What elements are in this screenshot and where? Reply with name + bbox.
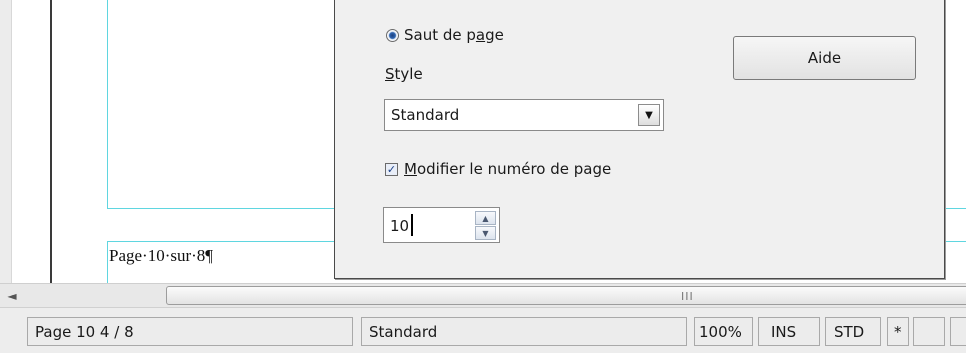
spin-down-icon[interactable]: ▼ bbox=[475, 226, 496, 240]
page-break-label: Saut de page bbox=[404, 26, 504, 44]
page-break-option[interactable]: Saut de page bbox=[386, 26, 504, 44]
page-number-stepper[interactable]: 10 ▲ ▼ bbox=[383, 207, 500, 243]
help-button[interactable]: Aide bbox=[733, 36, 916, 80]
change-page-number-checkbox[interactable]: ✓ bbox=[385, 162, 398, 176]
spin-up-icon[interactable]: ▲ bbox=[475, 211, 496, 225]
page-break-dialog: Saut de page Style Standard ▼ ✓ Modifier… bbox=[334, 0, 945, 279]
horizontal-scrollbar[interactable]: ◄ III bbox=[0, 283, 966, 307]
status-selection-mode[interactable]: STD bbox=[825, 317, 881, 346]
status-insert-mode[interactable]: INS bbox=[758, 317, 820, 346]
chevron-down-icon[interactable]: ▼ bbox=[638, 104, 660, 126]
page-break-radio[interactable] bbox=[386, 28, 399, 42]
scrollbar-grip-icon: III bbox=[681, 290, 694, 303]
left-gutter bbox=[0, 0, 12, 283]
style-select-value: Standard bbox=[391, 106, 460, 124]
document-workspace[interactable]: Page·10·sur·8¶ Saut de page Style Standa… bbox=[0, 0, 966, 291]
scrollbar-thumb[interactable]: III bbox=[166, 286, 966, 305]
scroll-left-icon[interactable]: ◄ bbox=[2, 287, 22, 305]
status-extra[interactable] bbox=[950, 317, 966, 346]
status-zoom[interactable]: 100% bbox=[694, 317, 753, 346]
footer-page-text[interactable]: Page·10·sur·8¶ bbox=[109, 246, 213, 266]
text-cursor bbox=[411, 214, 413, 236]
status-bar: Page 10 4 / 8 Standard 100% INS STD * bbox=[0, 307, 966, 353]
change-page-number-label: Modifier le numéro de page bbox=[404, 160, 612, 178]
status-page-style[interactable]: Standard bbox=[361, 317, 687, 346]
style-select[interactable]: Standard ▼ bbox=[384, 99, 664, 131]
page-left-edge bbox=[50, 0, 52, 283]
style-label: Style bbox=[385, 65, 423, 83]
page-number-value: 10 bbox=[390, 217, 410, 235]
change-page-number-option[interactable]: ✓ Modifier le numéro de page bbox=[385, 160, 611, 178]
status-signature[interactable] bbox=[913, 317, 945, 346]
status-page-info[interactable]: Page 10 4 / 8 bbox=[27, 317, 353, 346]
status-modified[interactable]: * bbox=[887, 317, 909, 346]
